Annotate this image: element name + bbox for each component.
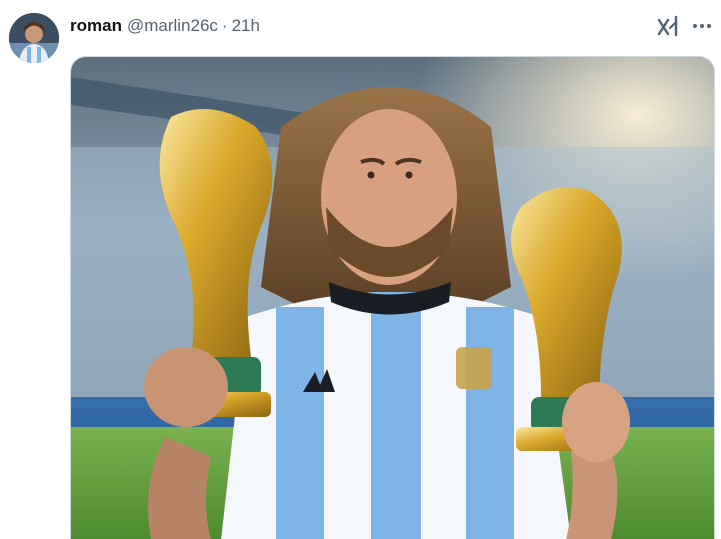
post-media-image[interactable]: [70, 56, 715, 539]
grok-logo-icon[interactable]: [655, 13, 681, 39]
separator-dot: ·: [221, 16, 228, 35]
post: roman @marlin26c · 21h: [0, 0, 721, 539]
author-display-name[interactable]: roman: [70, 16, 122, 36]
right-hand: [562, 382, 630, 462]
post-header: roman @marlin26c · 21h: [70, 14, 260, 38]
left-hand: [144, 347, 228, 427]
avatar-image: [9, 13, 59, 63]
avatar[interactable]: [9, 13, 59, 63]
more-options-icon[interactable]: [689, 13, 715, 39]
author-handle[interactable]: @marlin26c: [127, 16, 218, 36]
jersey-crest: [456, 347, 492, 389]
post-timestamp[interactable]: 21h: [232, 16, 260, 36]
